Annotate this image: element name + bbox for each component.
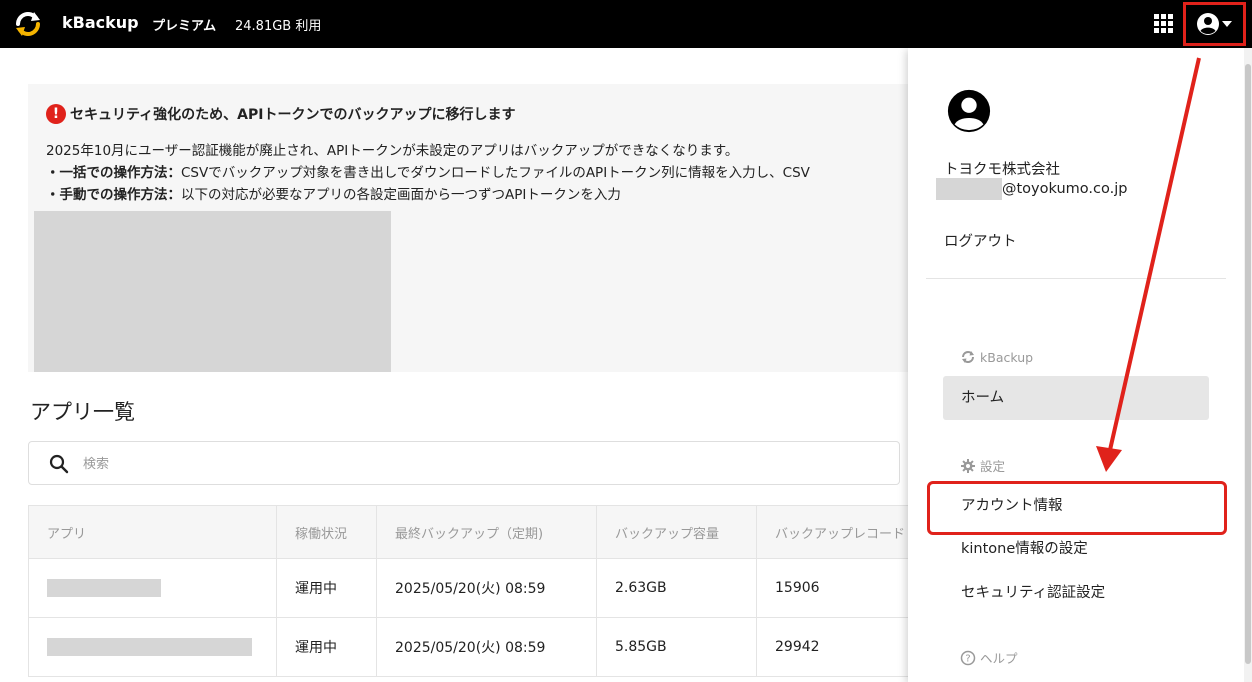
- table-row[interactable]: 運用中 2025/05/20(火) 08:59 5.85GB 29942: [28, 617, 919, 677]
- column-backup-records[interactable]: バックアップレコード: [756, 505, 919, 559]
- section-help: ? ヘルプ: [960, 648, 1018, 667]
- redacted-app-name: [47, 579, 161, 597]
- table-row[interactable]: 運用中 2025/05/20(火) 08:59 2.63GB 15906: [28, 558, 919, 618]
- notice-title: ! セキュリティ強化のため、APIトークンでのバックアップに移行します: [46, 104, 515, 124]
- kbackup-logo-icon[interactable]: [12, 8, 44, 40]
- apps-grid-icon[interactable]: [1152, 12, 1174, 34]
- size-cell: 2.63GB: [596, 558, 757, 618]
- scrollbar-thumb[interactable]: [1245, 64, 1251, 664]
- app-name-cell[interactable]: [28, 558, 277, 618]
- column-last-backup[interactable]: 最終バックアップ（定期): [376, 505, 597, 559]
- plan-label: プレミアム: [152, 19, 217, 34]
- column-backup-size[interactable]: バックアップ容量: [596, 505, 757, 559]
- section-kbackup: kBackup: [962, 349, 1033, 365]
- status-cell: 運用中: [276, 617, 377, 677]
- search-box[interactable]: [28, 441, 900, 485]
- refresh-icon: [962, 351, 974, 363]
- notice-body: 2025年10月にユーザー認証機能が廃止され、APIトークンが未設定のアプリはバ…: [46, 143, 810, 203]
- user-email: @toyokumo.co.jp: [936, 178, 1127, 200]
- account-dropdown-panel: トヨクモ株式会社 @toyokumo.co.jp ログアウト kBackup ホ…: [908, 48, 1244, 682]
- size-cell: 5.85GB: [596, 617, 757, 677]
- help-circle-icon: ?: [960, 650, 976, 665]
- menu-item-account-info[interactable]: アカウント情報: [927, 481, 1227, 535]
- alert-icon: !: [46, 104, 66, 124]
- usage-label: 24.81GB 利用: [235, 19, 322, 34]
- last-backup-cell: 2025/05/20(火) 08:59: [376, 617, 597, 677]
- account-circle-icon: [1197, 13, 1219, 35]
- top-bar: kBackup プレミアム 24.81GB 利用: [0, 0, 1252, 48]
- app-name[interactable]: kBackup: [62, 13, 139, 32]
- table-header-row: アプリ 稼働状況 最終バックアップ（定期) バックアップ容量 バックアップレコー…: [28, 505, 919, 559]
- logout-link[interactable]: ログアウト: [944, 230, 1017, 251]
- account-menu-button[interactable]: [1183, 2, 1246, 46]
- page-title: アプリ一覧: [30, 400, 135, 424]
- redacted-email-user: [936, 178, 1002, 200]
- last-backup-cell: 2025/05/20(火) 08:59: [376, 558, 597, 618]
- divider: [926, 278, 1226, 279]
- records-cell: 29942: [756, 617, 919, 677]
- search-input[interactable]: [81, 450, 865, 478]
- column-status[interactable]: 稼働状況: [276, 505, 377, 559]
- menu-item-home[interactable]: ホーム: [943, 376, 1209, 420]
- svg-text:?: ?: [965, 653, 970, 664]
- account-circle-icon: [947, 89, 991, 133]
- company-name: トヨクモ株式会社: [944, 162, 1060, 178]
- redacted-app-name: [47, 638, 252, 656]
- records-cell: 15906: [756, 558, 919, 618]
- app-name-cell[interactable]: [28, 617, 277, 677]
- scrollbar[interactable]: [1244, 48, 1252, 682]
- search-icon: [49, 454, 69, 474]
- status-cell: 運用中: [276, 558, 377, 618]
- redacted-image: [34, 211, 391, 372]
- caret-down-icon: [1222, 21, 1232, 27]
- api-token-notice: ! セキュリティ強化のため、APIトークンでのバックアップに移行します 2025…: [28, 84, 908, 372]
- menu-item-kintone-settings[interactable]: kintone情報の設定: [943, 527, 1209, 571]
- gear-icon: [961, 458, 975, 473]
- column-app[interactable]: アプリ: [28, 505, 277, 559]
- menu-item-security-settings[interactable]: セキュリティ認証設定: [943, 571, 1209, 615]
- app-table: アプリ 稼働状況 最終バックアップ（定期) バックアップ容量 バックアップレコー…: [28, 505, 919, 677]
- section-settings: 設定: [961, 456, 1005, 475]
